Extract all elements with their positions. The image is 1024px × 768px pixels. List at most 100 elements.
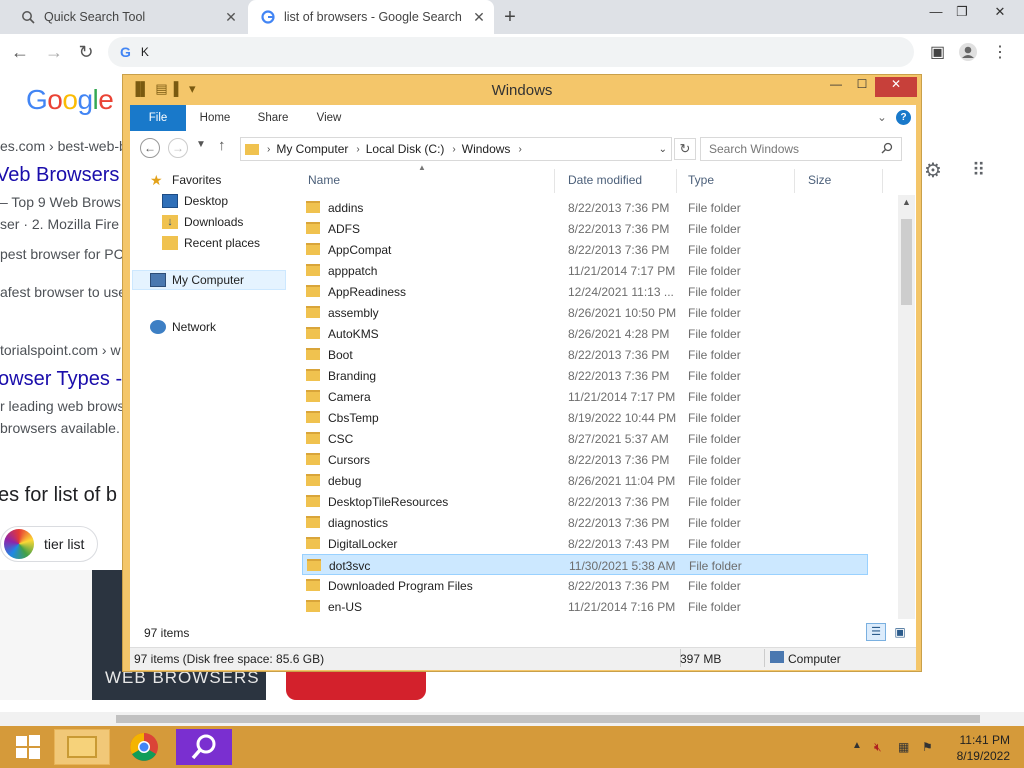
chevron-down-icon[interactable]: ⌄ <box>659 144 667 155</box>
close-tab-icon[interactable]: ✕ <box>470 9 488 26</box>
details-view-icon[interactable]: ☰ <box>866 623 886 641</box>
restore-icon[interactable]: ❐ <box>948 4 976 20</box>
file-row[interactable]: ADFS 8/22/2013 7:36 PM File folder <box>302 218 868 239</box>
file-row[interactable]: Camera 11/21/2014 7:17 PM File folder <box>302 386 868 407</box>
browser-logos-image[interactable] <box>0 570 92 700</box>
search-icon[interactable] <box>881 142 893 157</box>
google-logo[interactable]: Google <box>26 84 114 116</box>
nav-recent-places[interactable]: Recent places <box>162 236 260 250</box>
chevron-right-icon[interactable]: › <box>452 144 455 155</box>
scrollbar-thumb[interactable] <box>901 219 912 305</box>
file-row[interactable]: AppCompat 8/22/2013 7:36 PM File folder <box>302 239 868 260</box>
column-divider[interactable] <box>794 169 795 193</box>
menu-kebab-icon[interactable]: ⋮ <box>992 42 1008 62</box>
volume-muted-icon[interactable]: 🔇︎ <box>874 740 882 755</box>
opera-logo-image[interactable] <box>286 670 426 700</box>
settings-gear-icon[interactable]: ⚙ <box>924 158 942 183</box>
file-row[interactable]: assembly 8/26/2021 10:50 PM File folder <box>302 302 868 323</box>
nav-downloads[interactable]: ↓ Downloads <box>162 215 243 229</box>
minimize-icon[interactable]: — <box>823 77 849 97</box>
taskbar-quick-search[interactable] <box>176 729 232 765</box>
large-icons-view-icon[interactable]: ▣ <box>890 623 910 641</box>
close-tab-icon[interactable]: ✕ <box>222 9 240 26</box>
recent-locations-icon[interactable]: ▼ <box>196 139 206 150</box>
breadcrumb-local-disk[interactable]: Local Disk (C:) <box>366 142 445 156</box>
refresh-icon[interactable]: ↻ <box>674 138 696 160</box>
file-row[interactable]: Cursors 8/22/2013 7:36 PM File folder <box>302 449 868 470</box>
tab-view[interactable]: View <box>306 105 352 131</box>
file-row[interactable]: Downloaded Program Files 8/22/2013 7:36 P… <box>302 575 868 596</box>
expand-ribbon-icon[interactable]: ⌄ <box>872 105 892 131</box>
scroll-up-icon[interactable]: ▲ <box>902 197 911 207</box>
side-panel-icon[interactable]: ▣ <box>930 42 945 62</box>
result-title-link[interactable]: Veb Browsers <box>0 164 119 187</box>
taskbar-file-explorer[interactable] <box>54 729 110 765</box>
breadcrumb-my-computer[interactable]: My Computer <box>276 142 348 156</box>
action-center-icon[interactable]: ⚑ <box>922 740 933 754</box>
vertical-scrollbar[interactable]: ▲ ▼ <box>898 195 915 647</box>
nav-desktop[interactable]: Desktop <box>162 194 228 208</box>
reload-icon[interactable]: ↻ <box>74 42 98 63</box>
column-header-date[interactable]: Date modified <box>568 173 642 187</box>
taskbar-chrome[interactable] <box>116 729 172 765</box>
file-row[interactable]: CbsTemp 8/19/2022 10:44 PM File folder <box>302 407 868 428</box>
close-icon[interactable]: ✕ <box>986 4 1014 20</box>
column-header-type[interactable]: Type <box>688 173 714 187</box>
file-row[interactable]: DesktopTileResources 8/22/2013 7:36 PM Fil… <box>302 491 868 512</box>
file-row[interactable]: CSC 8/27/2021 5:37 AM File folder <box>302 428 868 449</box>
file-row[interactable]: diagnostics 8/22/2013 7:36 PM File folder <box>302 512 868 533</box>
address-bar[interactable]: G K <box>108 37 914 67</box>
forward-arrow-icon[interactable]: → <box>42 42 66 63</box>
column-header-name[interactable]: Name <box>308 173 340 187</box>
back-arrow-icon[interactable]: ← <box>8 42 32 63</box>
related-chip[interactable]: tier list <box>0 526 98 562</box>
network-status-icon[interactable]: ▦ <box>898 740 909 754</box>
scrollbar-thumb[interactable] <box>116 715 980 723</box>
tab-quick-search-tool[interactable]: Quick Search Tool ✕ <box>8 0 246 34</box>
breadcrumb-windows[interactable]: Windows <box>462 142 511 156</box>
forward-arrow-icon[interactable]: → <box>168 138 188 158</box>
chevron-right-icon[interactable]: › <box>518 144 521 155</box>
file-row[interactable]: apppatch 11/21/2014 7:17 PM File folder <box>302 260 868 281</box>
up-arrow-icon[interactable]: ↑ <box>218 137 226 154</box>
column-header-size[interactable]: Size <box>808 173 831 187</box>
search-input[interactable]: Search Windows <box>709 142 881 156</box>
maximize-icon[interactable]: ☐ <box>849 77 875 97</box>
nav-favorites[interactable]: ★ Favorites <box>150 173 221 187</box>
search-box[interactable]: Search Windows <box>700 137 902 161</box>
column-divider[interactable] <box>882 169 883 193</box>
file-row[interactable]: addins 8/22/2013 7:36 PM File folder <box>302 197 868 218</box>
new-tab-button[interactable]: + <box>500 6 520 29</box>
apps-grid-icon[interactable]: ⠿ <box>972 160 985 181</box>
file-row[interactable]: debug 8/26/2021 11:04 PM File folder <box>302 470 868 491</box>
address-input[interactable]: K <box>141 45 149 59</box>
file-row[interactable]: dot3svc 11/30/2021 5:38 AM File folder <box>302 554 868 575</box>
file-row[interactable]: Branding 8/22/2013 7:36 PM File folder <box>302 365 868 386</box>
file-row[interactable]: DigitalLocker 8/22/2013 7:43 PM File folde… <box>302 533 868 554</box>
explorer-titlebar[interactable]: ▐▌ ▤ ▌ ▾ Windows — ☐ ✕ <box>123 75 921 105</box>
tab-share[interactable]: Share <box>248 105 298 131</box>
column-divider[interactable] <box>676 169 677 193</box>
tab-file[interactable]: File <box>130 105 186 131</box>
back-arrow-icon[interactable]: ← <box>140 138 160 158</box>
chevron-right-icon[interactable]: › <box>356 144 359 155</box>
file-row[interactable]: AppReadiness 12/24/2021 11:13 ... File fol… <box>302 281 868 302</box>
minimize-icon[interactable]: — <box>922 4 950 19</box>
file-row[interactable]: en-US 11/21/2014 7:16 PM File folder <box>302 596 868 617</box>
column-divider[interactable] <box>554 169 555 193</box>
profile-avatar-icon[interactable] <box>958 42 978 67</box>
result-title-link[interactable]: owser Types - <box>0 368 122 391</box>
close-icon[interactable]: ✕ <box>875 77 917 97</box>
address-path[interactable]: › My Computer › Local Disk (C:) › Window… <box>240 137 672 161</box>
file-row[interactable]: AutoKMS 8/26/2021 4:28 PM File folder <box>302 323 868 344</box>
tab-home[interactable]: Home <box>190 105 240 131</box>
nav-network[interactable]: Network <box>150 320 216 334</box>
file-row[interactable]: Boot 8/22/2013 7:36 PM File folder <box>302 344 868 365</box>
chevron-right-icon[interactable]: › <box>267 144 270 155</box>
show-hidden-icons[interactable]: ▲ <box>852 740 862 751</box>
horizontal-scrollbar[interactable] <box>0 712 1024 726</box>
tab-google-search[interactable]: list of browsers - Google Search ✕ <box>248 0 494 34</box>
taskbar-clock[interactable]: 11:41 PM 8/19/2022 <box>948 732 1010 764</box>
start-button[interactable] <box>0 729 56 765</box>
nav-my-computer[interactable]: My Computer <box>132 270 286 290</box>
